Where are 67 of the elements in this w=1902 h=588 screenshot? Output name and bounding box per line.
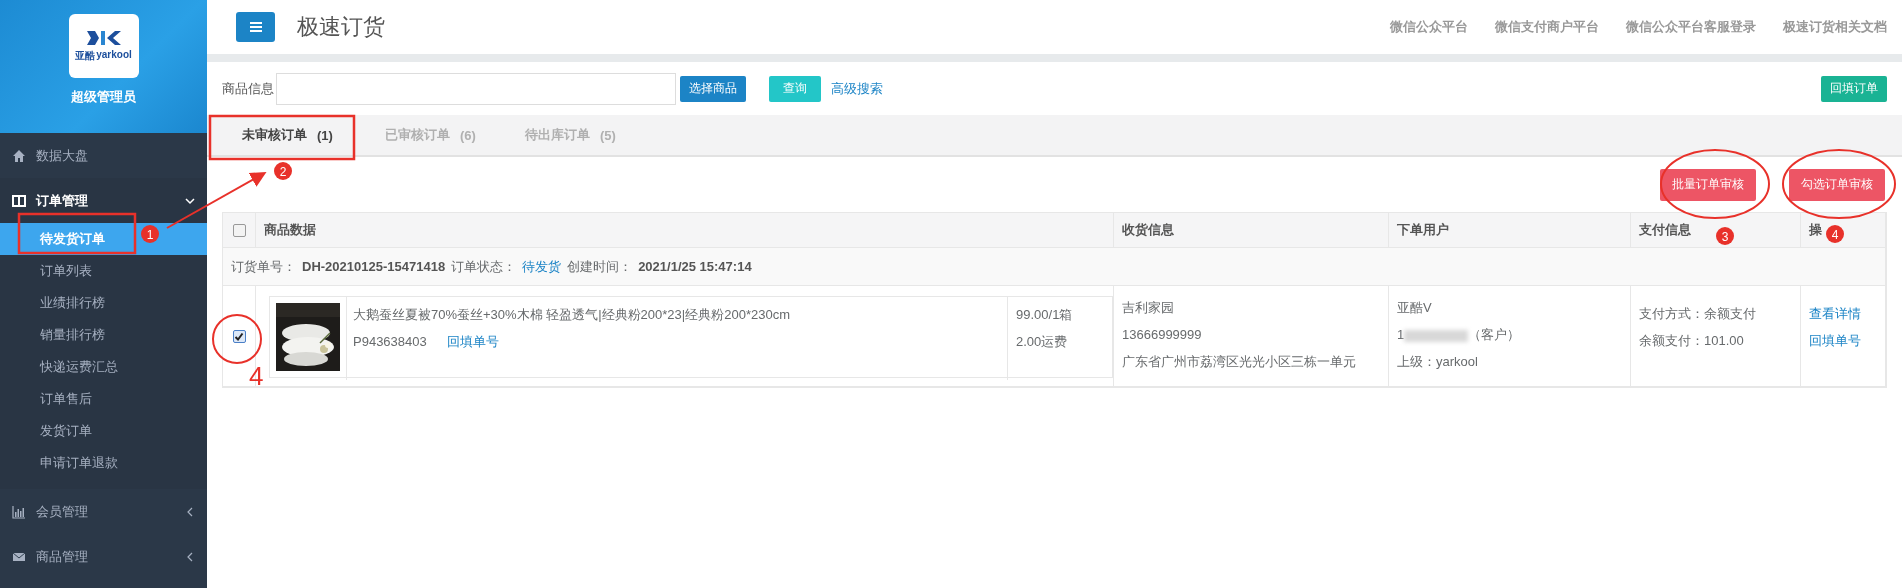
checkbox[interactable] [232, 223, 246, 237]
logo-text: 亚酷 [75, 49, 96, 63]
status-label: 订单状态： [451, 257, 517, 276]
product-price: 99.00/1箱 [1016, 306, 1074, 324]
payment-method: 支付方式：余额支付 [1639, 305, 1757, 323]
menu-icon [249, 22, 262, 32]
header-link[interactable]: 微信公众平台 [1390, 18, 1468, 36]
annotation-circle [212, 314, 262, 364]
checkbox[interactable] [232, 329, 246, 343]
annotation-badge: 1 [141, 225, 159, 243]
column-header: 收货信息 [1114, 213, 1389, 248]
sidebar-subitem[interactable]: 申请订单退款 [0, 447, 207, 479]
logo-mark-icon [84, 29, 123, 47]
sidebar-subitem[interactable]: 订单列表 [0, 255, 207, 287]
product-name: 大鹅蚕丝夏被70%蚕丝+30%木棉 轻盈透气|经典粉200*23|经典粉200*230cm [353, 306, 791, 324]
order-number-label: 订货单号： [231, 257, 296, 276]
sidebar-item[interactable]: 会员管理 [0, 489, 207, 534]
order-number: DH-20210125-15471418 [302, 259, 446, 274]
user-phone: 1 [1397, 327, 1405, 342]
columns-icon [12, 193, 26, 208]
recipient-phone: 13666999999 [1122, 326, 1203, 344]
created-time: 2021/1/25 15:47:14 [638, 259, 752, 274]
search-field[interactable] [276, 72, 676, 105]
audit-button[interactable]: 勾选订单审核 [1789, 168, 1885, 201]
annotation-badge: 4 [1826, 225, 1844, 243]
tab[interactable]: 未审核订单 (1) [222, 115, 362, 155]
bar-chart-icon [12, 504, 26, 519]
sidebar-item[interactable]: 订单管理 [0, 178, 207, 223]
sidebar-subitem[interactable]: 快递运费汇总 [0, 351, 207, 383]
blurred-text [1404, 329, 1469, 342]
annotation-number: 4 [249, 361, 264, 391]
header-link[interactable]: 极速订货相关文档 [1783, 18, 1887, 36]
select-product-button[interactable]: 选择商品 [680, 75, 746, 102]
audit-button[interactable]: 批量订单审核 [1660, 168, 1756, 201]
recipient-name: 吉利家园 [1122, 299, 1175, 317]
user-name: 亚酷V [1397, 299, 1433, 317]
user-role: 超级管理员 [71, 88, 136, 106]
user-parent: 上级：yarkool [1397, 353, 1479, 371]
order-status: 待发货 [522, 257, 562, 276]
menu-button[interactable] [236, 12, 275, 42]
sidebar-subitem[interactable]: 发货订单 [0, 415, 207, 447]
shipping-fee: 2.00运费 [1016, 333, 1069, 351]
field-label: 商品信息 [222, 79, 274, 98]
sidebar-subitem[interactable]: 销量排行榜 [0, 319, 207, 351]
created-label: 创建时间： [567, 257, 633, 276]
user-role: （客户） [1468, 327, 1521, 342]
sidebar-item[interactable]: 商品管理 [0, 534, 207, 579]
action-link[interactable]: 查看详情 [1809, 300, 1877, 327]
sidebar-item[interactable]: 数据大盘 [0, 133, 207, 178]
product-code: P943638403 [353, 334, 427, 349]
sidebar-subitem[interactable]: 业绩排行榜 [0, 287, 207, 319]
action-link[interactable]: 回填单号 [1809, 327, 1877, 354]
backfill-link[interactable]: 回填单号 [446, 334, 499, 349]
home-icon [12, 148, 26, 163]
annotation-badge: 3 [1716, 227, 1734, 245]
payment-amount: 余额支付：101.00 [1639, 332, 1745, 350]
header-link[interactable]: 微信公众平台客服登录 [1626, 18, 1756, 36]
column-header: 商品数据 [256, 213, 1114, 248]
backfill-order-button[interactable]: 回填订单 [1821, 75, 1887, 102]
column-header: 下单用户 [1389, 213, 1631, 248]
sidebar-subitem[interactable]: 订单售后 [0, 383, 207, 415]
advanced-search-link[interactable]: 高级搜索 [831, 79, 1821, 98]
page-title: 极速订货 [297, 13, 386, 41]
header-link[interactable]: 微信支付商户平台 [1495, 18, 1599, 36]
recipient-address: 广东省广州市荔湾区光光小区三栋一单元 [1122, 353, 1357, 371]
annotation-badge: 2 [274, 162, 292, 180]
logo-text: yarkool [96, 49, 132, 62]
